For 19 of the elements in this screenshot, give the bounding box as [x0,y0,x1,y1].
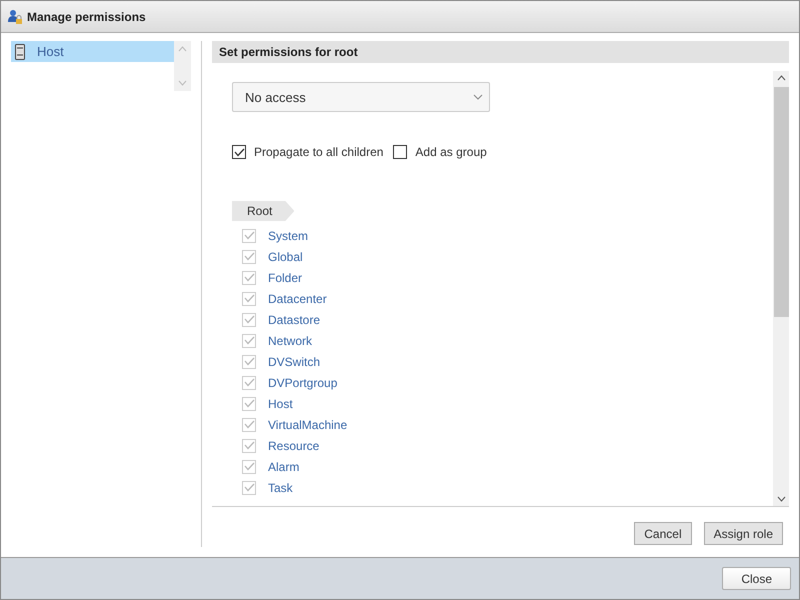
user-lock-icon [7,8,23,24]
sidebar-item[interactable]: Host [11,41,174,62]
chevron-up-icon[interactable] [776,75,786,81]
checkbox[interactable] [393,145,408,159]
breadcrumb-tab[interactable]: Root [232,201,294,221]
chevron-down-icon[interactable] [776,496,786,502]
scrollbar[interactable] [773,71,789,506]
dialog-button[interactable]: Assign role [704,522,783,545]
close-button[interactable]: Close [722,567,791,590]
checkbox[interactable] [232,145,246,159]
window-title: Manage permissions [27,10,146,24]
checkbox-option[interactable]: Add as group [393,145,487,159]
panel-header: Set permissions for root [212,41,789,63]
checkbox-option[interactable]: Propagate to all children [232,145,384,159]
role-dropdown[interactable]: No access [232,82,490,112]
dialog-button[interactable]: Cancel [634,522,692,545]
server-icon [15,44,25,60]
chevron-down-icon [473,94,483,100]
scroll-thumb[interactable] [774,87,788,317]
